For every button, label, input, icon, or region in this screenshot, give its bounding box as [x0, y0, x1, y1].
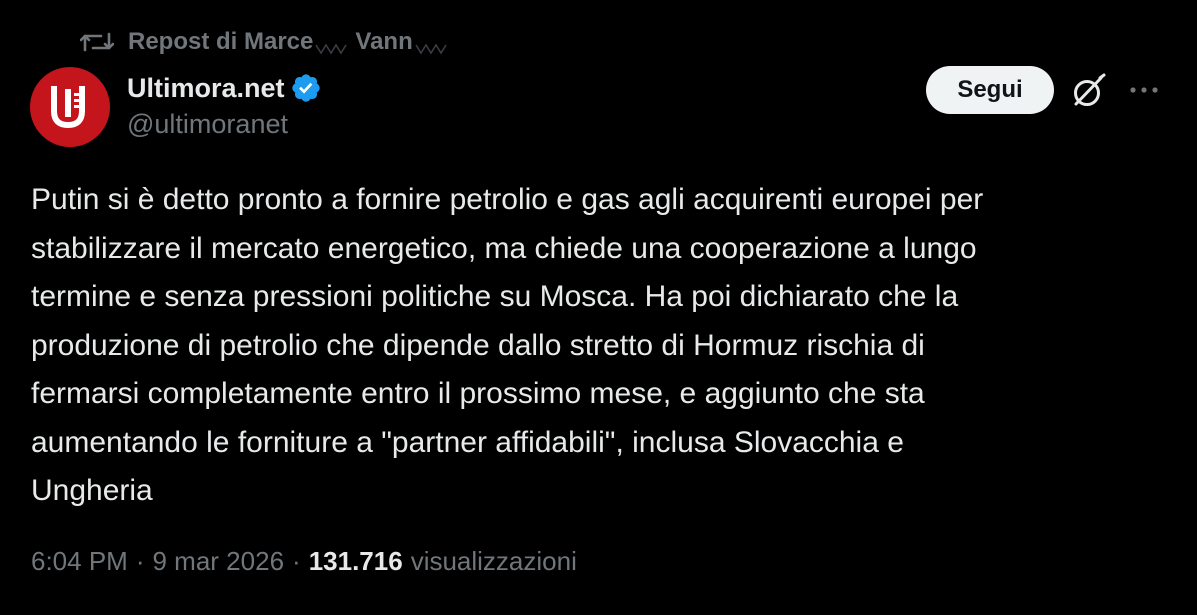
name-decoration — [415, 35, 449, 55]
repost-label-suffix: Vann — [355, 28, 413, 55]
views-count[interactable]: 131.716 — [309, 546, 403, 577]
avatar[interactable] — [30, 67, 110, 147]
meta-separator: · — [292, 546, 301, 576]
more-options-icon[interactable] — [1126, 78, 1162, 102]
follow-button[interactable]: Segui — [926, 66, 1054, 114]
repost-label: Repost di Marce — [128, 28, 314, 55]
tweet-time[interactable]: 6:04 PM — [31, 546, 128, 577]
tweet-text: Putin si è detto pronto a fornire petrol… — [31, 183, 984, 507]
ultimora-logo-icon — [51, 86, 85, 129]
author-handle[interactable]: @ultimoranet — [127, 109, 288, 140]
name-decoration — [315, 35, 349, 55]
tweet-meta: 6:04 PM · 9 mar 2026 · 131.716 visualizz… — [31, 546, 577, 577]
views-label: visualizzazioni — [410, 546, 577, 576]
repost-indicator[interactable]: Repost di Marce Vann — [80, 26, 455, 58]
verified-badge-icon[interactable] — [290, 72, 322, 104]
meta-separator: · — [135, 546, 145, 576]
grok-icon[interactable] — [1070, 72, 1108, 110]
author-name-row[interactable]: Ultimora.net — [127, 70, 322, 106]
repost-icon — [80, 28, 114, 56]
tweet-date[interactable]: 9 mar 2026 — [153, 546, 285, 577]
author-display-name[interactable]: Ultimora.net — [127, 73, 285, 104]
